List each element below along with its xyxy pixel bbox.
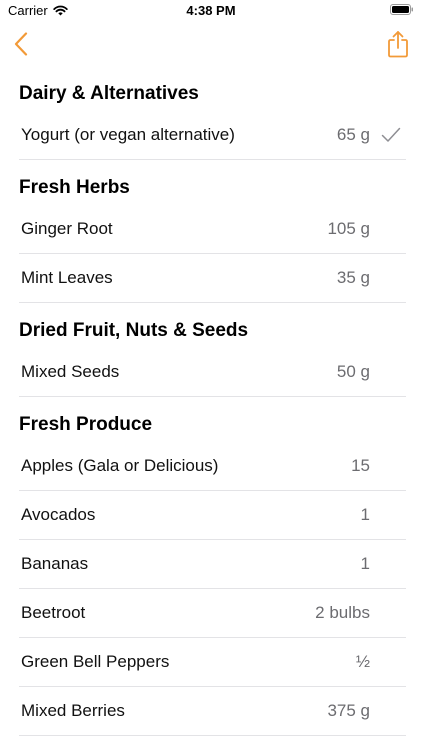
item-name: Apples (Gala or Delicious) [21, 456, 219, 475]
item-quantity: 105 g [327, 219, 370, 238]
item-name: Mixed Berries [21, 701, 125, 720]
list-item[interactable]: Mixed Berries 375 g [19, 687, 406, 736]
checkmark-icon[interactable] [380, 111, 402, 159]
list-item[interactable]: Apples (Gala or Delicious) 15 [19, 442, 406, 491]
section-header-fresh-herbs: Fresh Herbs [19, 177, 130, 198]
list-item[interactable]: Avocados 1 [19, 491, 406, 540]
status-time: 4:38 PM [186, 3, 236, 18]
item-name: Yogurt (or vegan alternative) [21, 125, 235, 144]
item-quantity: 15 [351, 456, 370, 475]
share-icon [388, 31, 408, 58]
list-item[interactable]: Bananas 1 [19, 540, 406, 589]
item-quantity: 1 [360, 505, 370, 524]
item-name: Ginger Root [21, 219, 113, 238]
share-button[interactable] [382, 28, 414, 60]
section-header-dairy: Dairy & Alternatives [19, 83, 199, 104]
item-quantity: 1 [360, 554, 370, 573]
item-name: Beetroot [21, 603, 86, 622]
item-quantity: 65 g [336, 125, 370, 144]
back-button[interactable] [6, 28, 36, 60]
battery-icon [390, 4, 413, 15]
item-quantity: 35 g [336, 268, 370, 287]
item-name: Mint Leaves [21, 268, 113, 287]
item-name: Green Bell Peppers [21, 652, 170, 671]
shopping-list: Dairy & Alternatives Yogurt (or vegan al… [0, 66, 422, 736]
item-quantity: 50 g [336, 362, 370, 381]
item-name: Mixed Seeds [21, 362, 120, 381]
item-quantity: 375 g [327, 701, 370, 720]
list-item[interactable]: Green Bell Peppers ½ [19, 638, 406, 687]
list-item[interactable]: Ginger Root 105 g [19, 205, 406, 254]
list-item[interactable]: Mixed Seeds 50 g [19, 348, 406, 397]
item-name: Bananas [21, 554, 89, 573]
item-name: Avocados [21, 505, 96, 524]
chevron-left-icon [14, 32, 28, 56]
status-bar: Carrier 4:38 PM [0, 0, 422, 22]
list-item[interactable]: Yogurt (or vegan alternative) 65 g [19, 111, 406, 160]
item-quantity: ½ [355, 652, 370, 671]
navigation-bar [0, 22, 422, 66]
section-header-fresh-produce: Fresh Produce [19, 414, 153, 435]
list-item[interactable]: Mint Leaves 35 g [19, 254, 406, 303]
list-item[interactable]: Beetroot 2 bulbs [19, 589, 406, 638]
section-header-dried-fruit: Dried Fruit, Nuts & Seeds [19, 320, 249, 341]
item-quantity: 2 bulbs [315, 603, 370, 622]
